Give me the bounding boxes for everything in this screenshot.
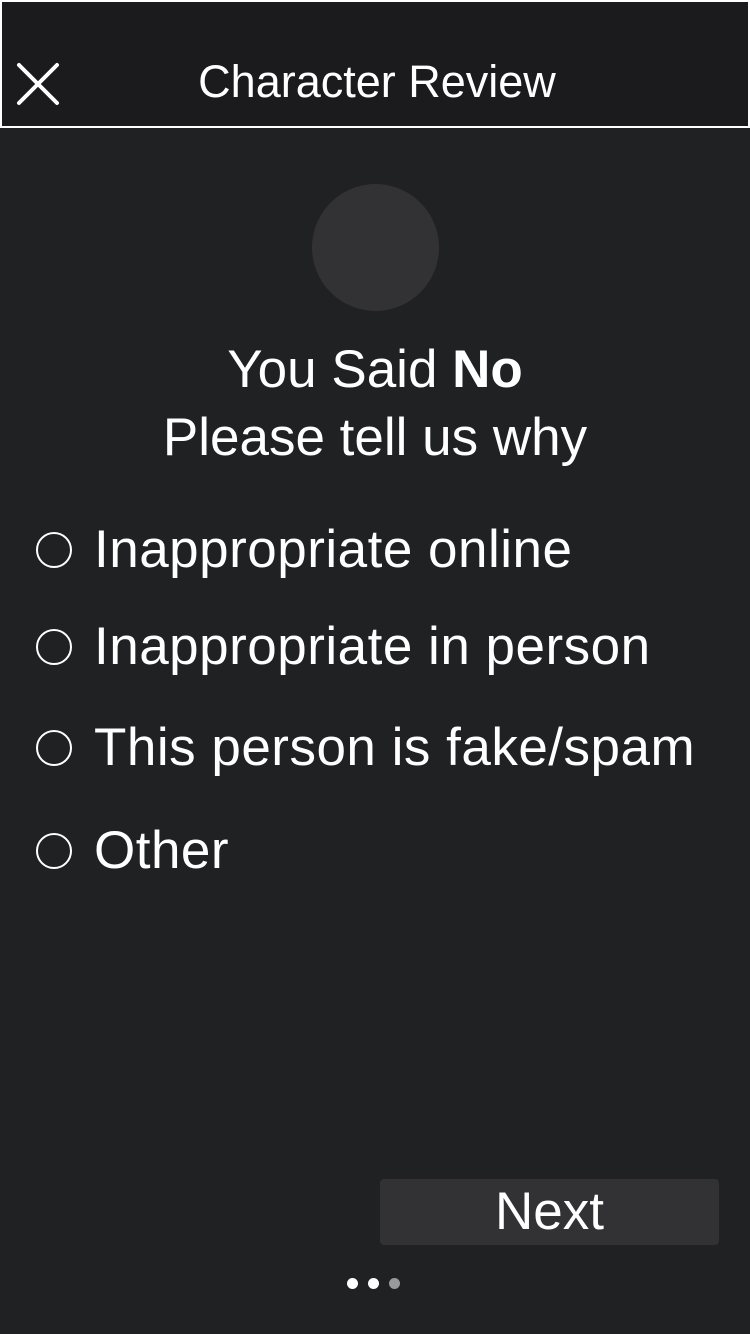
radio-button[interactable] (36, 730, 72, 766)
page-dot-active (347, 1278, 358, 1289)
page-indicator (347, 1278, 400, 1290)
radio-button[interactable] (36, 629, 72, 665)
review-heading-prefix: You Said (227, 340, 453, 399)
page-dot-active (368, 1278, 379, 1289)
page-title: Character Review (198, 56, 556, 107)
page-dot-inactive (389, 1278, 400, 1289)
reason-option-other[interactable]: Other (36, 816, 229, 886)
header-bar: Character Review (0, 0, 750, 128)
reason-option-fake-spam[interactable]: This person is fake/spam (36, 713, 695, 783)
next-button[interactable]: Next (380, 1179, 719, 1245)
reason-option-inappropriate-online[interactable]: Inappropriate online (36, 515, 573, 585)
review-heading-answer: No (452, 340, 523, 399)
radio-button[interactable] (36, 833, 72, 869)
reason-option-label: Other (94, 821, 230, 880)
avatar (312, 184, 439, 311)
review-heading: You Said No (0, 336, 750, 404)
reason-option-label: Inappropriate online (94, 520, 573, 579)
reason-option-label: Inappropriate in person (94, 617, 651, 676)
review-subheading: Please tell us why (162, 408, 588, 467)
reason-option-inappropriate-in-person[interactable]: Inappropriate in person (36, 612, 651, 682)
reason-option-label: This person is fake/spam (94, 718, 696, 777)
radio-button[interactable] (36, 532, 72, 568)
